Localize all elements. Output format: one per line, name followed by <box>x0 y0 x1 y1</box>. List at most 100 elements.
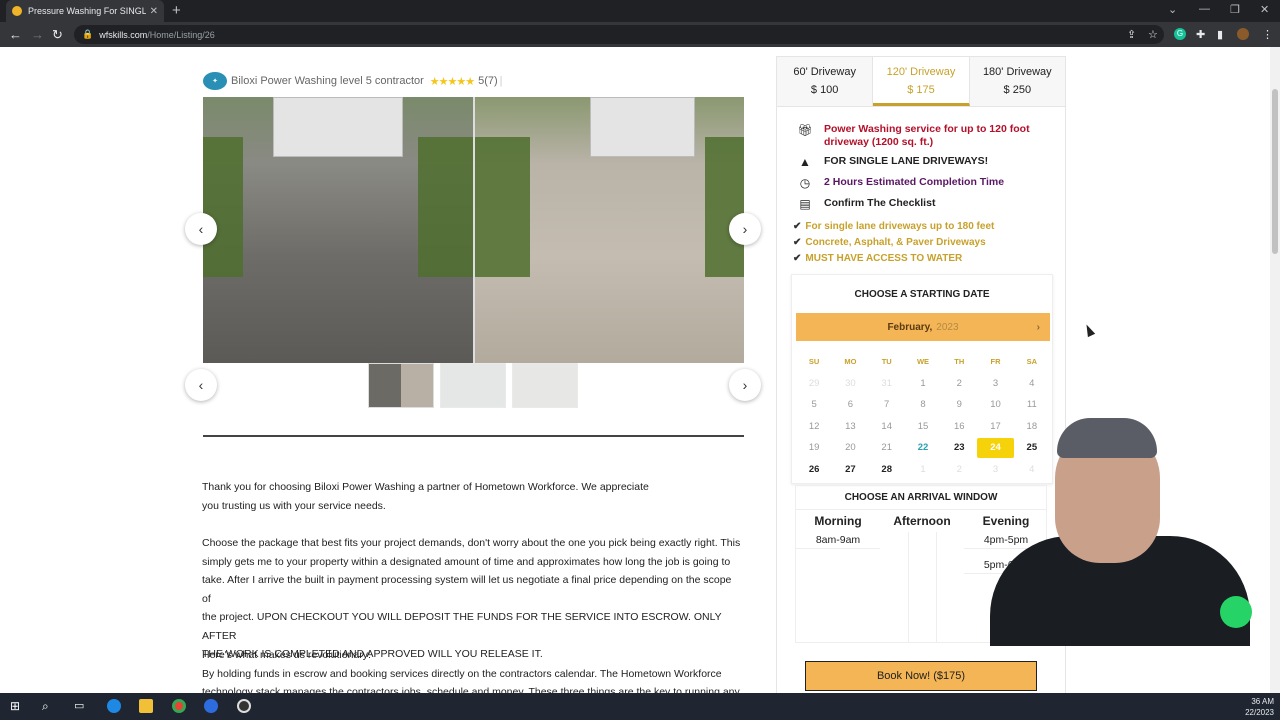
clock-date: 22/2023 <box>1245 708 1274 717</box>
profile-avatar[interactable] <box>1237 28 1249 40</box>
photo-gallery[interactable] <box>203 97 744 363</box>
calendar-day-available[interactable]: 26 <box>796 464 832 475</box>
calendar-day: 14 <box>881 420 892 432</box>
weekday-label: WE <box>916 357 930 367</box>
file-explorer-icon[interactable] <box>139 699 153 713</box>
weekday-label: MO <box>844 357 857 367</box>
scrollbar-thumb[interactable] <box>1272 89 1278 254</box>
check-icon: ✔ <box>793 253 802 264</box>
clock-time: 36 AM <box>1251 697 1274 706</box>
task-view-icon[interactable]: ▭ <box>74 699 88 713</box>
gift-icon: 🎁︎ <box>797 123 813 137</box>
browser-menu-icon[interactable]: ⋮ <box>1262 28 1273 41</box>
calendar-year[interactable]: 2023 <box>936 322 958 333</box>
feature-checklist[interactable]: ▤ Confirm The Checklist <box>795 197 935 211</box>
calendar-day: 7 <box>884 399 890 411</box>
tab-close-icon[interactable]: ✕ <box>150 6 158 17</box>
grammarly-extension-icon[interactable]: G <box>1174 28 1186 40</box>
tab-search-icon[interactable]: ⌄ <box>1168 3 1177 16</box>
page-scrollbar[interactable] <box>1270 47 1280 693</box>
edge-browser-icon[interactable] <box>107 699 121 713</box>
checklist-link[interactable]: Confirm The Checklist <box>824 197 935 211</box>
thumbs-next-button[interactable]: › <box>729 369 761 401</box>
warning-icon: ▲ <box>799 155 811 169</box>
windows-start-icon[interactable]: ⊞ <box>10 699 24 713</box>
next-month-button[interactable]: › <box>1037 322 1040 333</box>
check-item: ✔ MUST HAVE ACCESS TO WATER <box>793 253 962 264</box>
description-line: Here's what makes us revolutionary: <box>202 649 371 661</box>
url-path: /Home/Listing/26 <box>147 29 215 40</box>
gallery-next-button[interactable]: › <box>729 213 761 245</box>
bookmark-star-icon[interactable]: ☆ <box>1148 28 1158 41</box>
feature-service: 🎁︎ Power Washing service for up to 120 f… <box>795 123 1054 149</box>
address-bar[interactable]: 🔒 wfskills.com /Home/Listing/26 <box>74 25 1164 44</box>
thumbs-prev-button[interactable]: ‹ <box>185 369 217 401</box>
description-line: simply gets me to your property within a… <box>202 555 731 568</box>
chrome-browser-icon[interactable] <box>172 699 186 713</box>
check-icon: ✔ <box>793 237 802 248</box>
reload-button[interactable]: ↻ <box>52 27 63 43</box>
calendar-day: 8 <box>920 399 926 411</box>
new-tab-button[interactable]: + <box>172 2 181 19</box>
os-taskbar: ⊞ ⌕ ▭ 36 AM 22/2023 <box>0 693 1280 720</box>
date-picker-title: CHOOSE A STARTING DATE <box>854 289 990 300</box>
search-icon[interactable]: ⌕ <box>42 699 56 713</box>
lawn <box>705 137 744 277</box>
weekday-label: TU <box>881 357 892 367</box>
feature-warning: ▲ FOR SINGLE LANE DRIVEWAYS! <box>795 155 988 169</box>
package-tab-120[interactable]: 120' Driveway $ 175 <box>873 57 970 106</box>
package-tabs: 60' Driveway $ 100 120' Driveway $ 175 1… <box>777 57 1065 107</box>
calendar-day: 2 <box>956 377 962 389</box>
weekday-label: TH <box>954 357 965 367</box>
calendar-day-available[interactable]: 27 <box>832 464 868 475</box>
browser-tab[interactable]: Pressure Washing For SINGLE LA ✕ <box>6 0 164 22</box>
site-favicon-icon <box>12 6 22 16</box>
chat-widget-icon[interactable] <box>1220 596 1252 628</box>
tab-title: Pressure Washing For SINGLE LA <box>28 6 146 16</box>
book-now-button[interactable]: Book Now! ($175) <box>805 661 1037 691</box>
column-separator <box>908 532 909 642</box>
calendar-month: February, <box>887 321 933 333</box>
calendar-day-today: 22 <box>917 442 929 454</box>
obs-app-icon[interactable] <box>237 699 251 713</box>
clock-icon: ◷ <box>799 176 811 190</box>
browser-tab-bar: Pressure Washing For SINGLE LA ✕ + ⌄ — ❐… <box>0 0 1280 22</box>
calendar-day-available[interactable]: 28 <box>869 464 905 475</box>
side-panel-icon[interactable]: ▮ <box>1217 28 1223 41</box>
thumbnail-3[interactable] <box>512 363 578 408</box>
before-photo <box>203 97 473 363</box>
service-description: Power Washing service for up to 120 foot… <box>824 123 1054 149</box>
lawn <box>203 137 243 277</box>
package-tab-180[interactable]: 180' Driveway $ 250 <box>969 57 1065 106</box>
window-maximize-button[interactable]: ❐ <box>1230 3 1240 16</box>
rating-separator: | <box>499 75 503 87</box>
contractor-logo-icon: ✦ <box>203 72 227 90</box>
column-separator <box>936 532 937 642</box>
back-button[interactable]: ← <box>9 27 22 42</box>
calendar-week: 29 30 31 1 2 3 4 <box>796 373 1050 395</box>
gallery-prev-button[interactable]: ‹ <box>185 213 217 245</box>
zoom-app-icon[interactable] <box>204 699 218 713</box>
thumbnail-2[interactable] <box>440 363 506 408</box>
extensions-puzzle-icon[interactable]: ✚ <box>1196 28 1205 41</box>
service-line: Power Washing service for up to 120 foot <box>824 123 1030 135</box>
forward-button[interactable]: → <box>31 27 44 42</box>
system-clock[interactable]: 36 AM 22/2023 <box>1245 696 1274 718</box>
package-tab-60[interactable]: 60' Driveway $ 100 <box>777 57 874 106</box>
rating-count: 5(7) <box>478 75 498 87</box>
section-divider <box>203 435 744 437</box>
time-slot[interactable]: 8am-9am <box>796 534 880 549</box>
afternoon-heading: Afternoon <box>893 514 951 528</box>
contractor-name[interactable]: Biloxi Power Washing level 5 contractor <box>231 75 424 87</box>
calendar-day: 15 <box>917 420 929 432</box>
window-close-button[interactable]: ✕ <box>1260 3 1269 16</box>
webcam-overlay <box>965 416 1255 646</box>
weekday-label: SA <box>1026 357 1038 367</box>
window-minimize-button[interactable]: — <box>1199 3 1210 15</box>
thumbnail-1[interactable] <box>368 363 434 408</box>
calendar-day: 31 <box>881 377 892 389</box>
thumbnail-strip <box>368 363 578 408</box>
share-icon[interactable]: ⇪ <box>1127 28 1136 41</box>
contractor-header: ✦ Biloxi Power Washing level 5 contracto… <box>203 72 503 90</box>
description-line: By holding funds in escrow and booking s… <box>202 667 722 680</box>
